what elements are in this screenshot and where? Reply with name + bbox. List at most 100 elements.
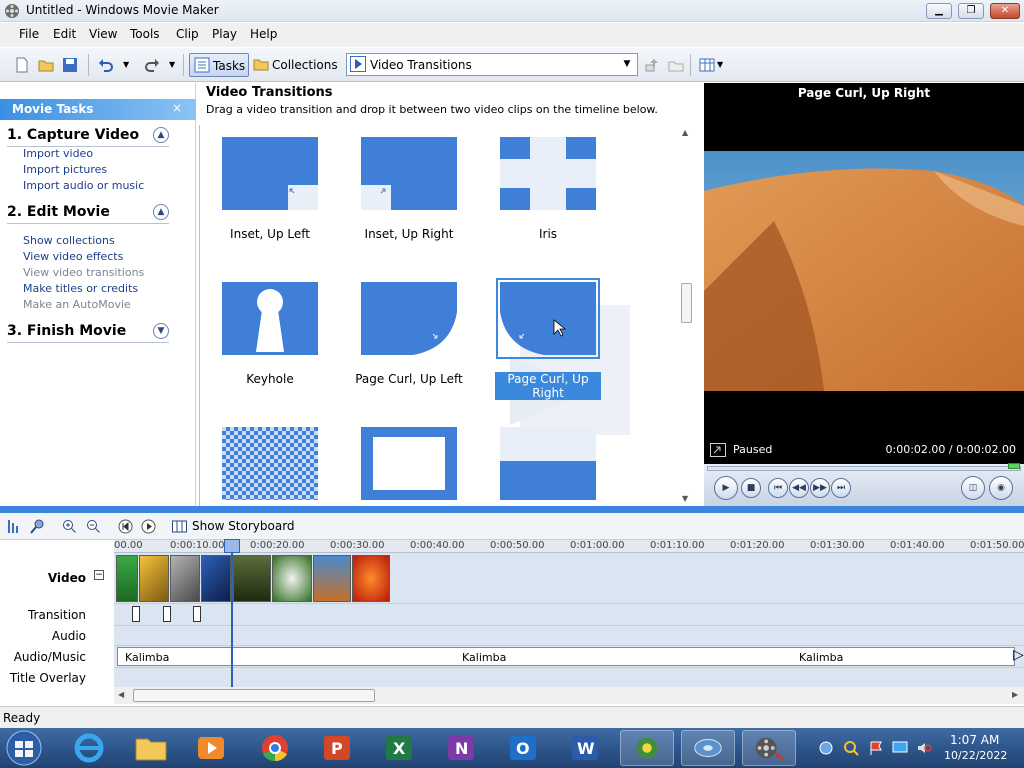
section-edit-movie[interactable]: 2. Edit Movie xyxy=(7,204,169,224)
new-folder-icon[interactable] xyxy=(668,57,684,73)
save-icon[interactable] xyxy=(62,57,78,73)
tile-inset-up-left[interactable] xyxy=(222,137,318,210)
timeline-ruler[interactable]: 00.00 0:00:10.00 0:00:20.00 0:00:30.00 0… xyxy=(114,540,1024,553)
powerpoint-icon[interactable]: P xyxy=(310,730,364,766)
file-explorer-icon[interactable] xyxy=(124,730,178,766)
video-clip[interactable] xyxy=(352,555,390,602)
rewind-timeline-icon[interactable] xyxy=(118,519,133,534)
forward-button[interactable]: ▶▶ xyxy=(810,478,830,498)
collection-dropdown[interactable]: Video Transitions ▼ xyxy=(346,53,638,76)
link-show-collections[interactable]: Show collections xyxy=(23,234,115,247)
tray-network-icon[interactable] xyxy=(818,740,834,756)
tile-page-curl-up-left[interactable] xyxy=(361,282,457,355)
disc-burner-icon[interactable] xyxy=(681,730,735,766)
clock-time[interactable]: 1:07 AM xyxy=(950,733,999,747)
menu-edit[interactable]: Edit xyxy=(53,27,76,41)
tile-iris[interactable] xyxy=(500,137,596,210)
fullscreen-icon[interactable] xyxy=(710,443,726,457)
new-project-icon[interactable] xyxy=(14,57,30,73)
open-folder-icon[interactable] xyxy=(38,57,54,73)
views-icon[interactable] xyxy=(699,57,715,73)
section-finish-movie[interactable]: 3. Finish Movie xyxy=(7,323,169,343)
undo-dropdown-icon[interactable]: ▼ xyxy=(123,60,129,69)
video-clip[interactable] xyxy=(313,555,351,602)
chrome-icon[interactable] xyxy=(248,730,302,766)
tile-inset-up-right[interactable] xyxy=(361,137,457,210)
scroll-right-icon[interactable]: ▶ xyxy=(1012,690,1018,699)
transition-marker[interactable] xyxy=(193,606,201,622)
playhead-handle[interactable] xyxy=(224,539,240,553)
scroll-up-icon[interactable]: ▲ xyxy=(682,128,688,137)
tray-display-icon[interactable] xyxy=(892,740,908,756)
link-make-automovie[interactable]: Make an AutoMovie xyxy=(23,298,131,311)
storyboard-icon[interactable] xyxy=(172,519,187,534)
media-player-icon[interactable] xyxy=(184,730,238,766)
timeline-scroll-thumb[interactable] xyxy=(133,689,375,702)
take-picture-button[interactable]: ◉ xyxy=(989,476,1013,500)
link-import-video[interactable]: Import video xyxy=(23,147,93,160)
tray-flag-icon[interactable] xyxy=(868,740,884,756)
expand-finish-icon[interactable]: ▼ xyxy=(153,323,169,339)
previous-frame-button[interactable]: ⏮ xyxy=(768,478,788,498)
redo-dropdown-icon[interactable]: ▼ xyxy=(169,60,175,69)
video-clip[interactable] xyxy=(116,555,138,602)
clock-date[interactable]: 10/22/2022 xyxy=(944,749,1007,762)
pane-divider[interactable] xyxy=(0,506,1024,513)
link-view-video-effects[interactable]: View video effects xyxy=(23,250,123,263)
split-clip-button[interactable]: ◫ xyxy=(961,476,985,500)
collapse-edit-icon[interactable]: ▲ xyxy=(153,204,169,220)
next-frame-button[interactable]: ⏭ xyxy=(831,478,851,498)
movie-maker-taskbar-icon[interactable] xyxy=(742,730,796,766)
excel-icon[interactable]: X xyxy=(372,730,426,766)
word-icon[interactable]: W xyxy=(558,730,612,766)
scroll-thumb[interactable] xyxy=(681,283,692,323)
narrate-timeline-icon[interactable] xyxy=(30,519,45,534)
up-level-icon[interactable] xyxy=(644,57,660,73)
menu-help[interactable]: Help xyxy=(250,27,277,41)
minimize-button[interactable]: ▁ xyxy=(926,3,952,19)
section-capture-video[interactable]: 1. Capture Video xyxy=(7,127,169,147)
scroll-left-icon[interactable]: ◀ xyxy=(118,690,124,699)
views-dropdown-icon[interactable]: ▼ xyxy=(717,60,723,69)
restore-button[interactable]: ❐ xyxy=(958,3,984,19)
close-pane-icon[interactable]: × xyxy=(172,101,182,115)
transitions-scrollbar[interactable]: ▲ ▼ xyxy=(678,125,695,506)
transition-marker[interactable] xyxy=(132,606,140,622)
menu-tools[interactable]: Tools xyxy=(130,27,160,41)
zoom-out-icon[interactable] xyxy=(86,519,101,534)
redo-icon[interactable] xyxy=(144,57,160,73)
tile-checkerboard[interactable] xyxy=(222,427,318,500)
set-audio-levels-icon[interactable] xyxy=(6,519,21,534)
undo-icon[interactable] xyxy=(98,57,114,73)
start-button-icon[interactable] xyxy=(4,729,44,767)
menu-clip[interactable]: Clip xyxy=(176,27,199,41)
play-timeline-icon[interactable] xyxy=(141,519,156,534)
playhead[interactable] xyxy=(231,540,233,688)
menu-view[interactable]: View xyxy=(89,27,117,41)
menu-play[interactable]: Play xyxy=(212,27,237,41)
video-clip[interactable] xyxy=(170,555,200,602)
video-clip[interactable] xyxy=(233,555,271,602)
internet-explorer-icon[interactable] xyxy=(62,730,116,766)
timeline-scrollbar[interactable]: ◀ ▶ xyxy=(114,687,1024,704)
zoom-in-icon[interactable] xyxy=(62,519,77,534)
tile-page-curl-up-right[interactable] xyxy=(496,278,600,359)
tray-volume-icon[interactable] xyxy=(916,740,932,756)
tile-keyhole[interactable] xyxy=(222,282,318,355)
collections-button[interactable]: Collections xyxy=(252,53,338,77)
media-center-icon[interactable] xyxy=(620,730,674,766)
menu-file[interactable]: File xyxy=(19,27,39,41)
collapse-video-track-icon[interactable]: − xyxy=(94,570,104,580)
seek-bar[interactable] xyxy=(707,466,1021,471)
video-clip[interactable] xyxy=(272,555,312,602)
onenote-icon[interactable]: N xyxy=(434,730,488,766)
close-button[interactable]: ✕ xyxy=(990,3,1020,19)
transition-marker[interactable] xyxy=(163,606,171,622)
link-make-titles[interactable]: Make titles or credits xyxy=(23,282,138,295)
tile-inset-center[interactable] xyxy=(361,427,457,500)
stop-button[interactable]: ■ xyxy=(741,478,761,498)
video-clip[interactable] xyxy=(201,555,231,602)
rewind-button[interactable]: ◀◀ xyxy=(789,478,809,498)
outlook-icon[interactable]: O xyxy=(496,730,550,766)
play-button[interactable]: ▶ xyxy=(714,476,738,500)
